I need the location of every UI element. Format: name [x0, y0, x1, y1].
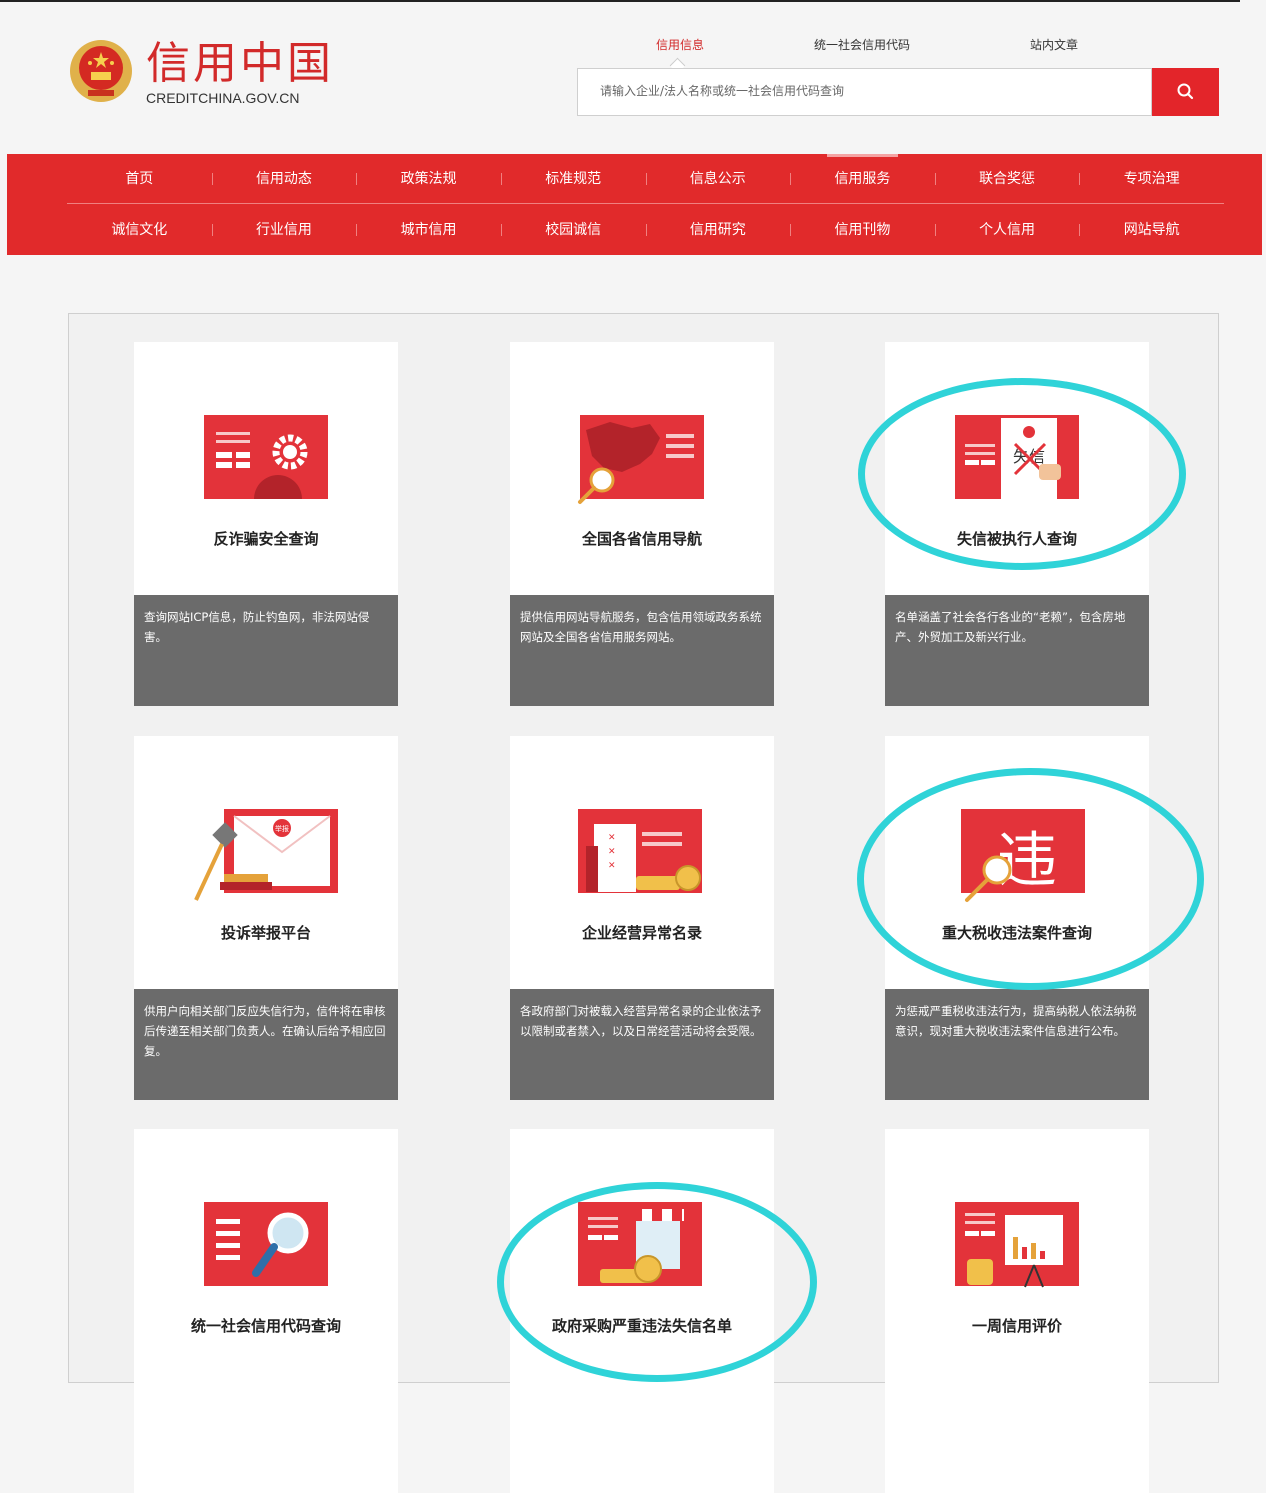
svg-text:✕: ✕ — [608, 833, 616, 843]
nav-item-personal-credit[interactable]: 个人信用 — [934, 205, 1080, 255]
nav-item-integrity-culture[interactable]: 诚信文化 — [67, 205, 212, 255]
search-input[interactable] — [598, 83, 1132, 99]
search-box — [577, 68, 1152, 116]
site-header: 信用中国 CREDITCHINA.GOV.CN 信用信息 统一社会信用代码 站内… — [0, 2, 1266, 154]
nav-item-standards[interactable]: 标准规范 — [500, 154, 646, 204]
nav-item-disclosure[interactable]: 信息公示 — [645, 154, 791, 204]
search-tab-site-articles[interactable]: 站内文章 — [1030, 36, 1078, 53]
card-title: 重大税收违法案件查询 — [941, 924, 1092, 942]
card-description: 各政府部门对被载入经营异常名录的企业依法予以限制或者禁入，以及日常经营活动将会受… — [510, 989, 774, 1100]
service-card-anti-fraud[interactable]: 反诈骗安全查询 查询网站ICP信息，防止钓鱼网，非法网站侵害。 — [134, 342, 398, 706]
nav-item-industry-credit[interactable]: 行业信用 — [211, 205, 357, 255]
nav-item-special-governance[interactable]: 专项治理 — [1079, 154, 1224, 204]
search-tab-credit-code[interactable]: 统一社会信用代码 — [814, 36, 910, 53]
nav-row-1: 首页 信用动态 政策法规 标准规范 信息公示 信用服务 联合奖惩 专项治理 — [67, 154, 1224, 204]
nav-item-home[interactable]: 首页 — [67, 154, 212, 204]
service-card-complaint-platform[interactable]: 举报 投诉举报平台 供用户向相关部门反应失信行为，信件将在审核后传递至相关部门负… — [134, 736, 398, 1100]
store-coins-icon — [578, 1202, 702, 1286]
services-panel: 反诈骗安全查询 查询网站ICP信息，防止钓鱼网，非法网站侵害。 全国各省信用导航… — [68, 313, 1219, 1493]
service-card-province-navigation[interactable]: 全国各省信用导航 提供信用网站导航服务，包含信用领域政务系统网站及全国各省信用服… — [510, 342, 774, 706]
nav-row-2: 诚信文化 行业信用 城市信用 校园诚信 信用研究 信用刊物 个人信用 网站导航 — [67, 205, 1224, 255]
icon-text: 举报 — [275, 824, 289, 833]
envelope-gavel-icon: 举报 — [194, 809, 338, 901]
nav-divider — [67, 203, 1224, 204]
card-title: 一周信用评价 — [971, 1317, 1062, 1335]
main-navigation: 首页 信用动态 政策法规 标准规范 信息公示 信用服务 联合奖惩 专项治理 诚信… — [7, 154, 1262, 255]
card-description: 查询网站ICP信息，防止钓鱼网，非法网站侵害。 — [134, 595, 398, 706]
card-description: 名单涵盖了社会各行各业的“老赖”，包含房地产、外贸加工及新兴行业。 — [885, 595, 1149, 706]
dishonest-document-icon: 失信 — [955, 415, 1079, 500]
national-emblem-icon — [70, 40, 132, 102]
nav-item-city-credit[interactable]: 城市信用 — [356, 205, 501, 255]
map-magnifier-icon — [578, 415, 704, 504]
service-card-dishonest-debtors[interactable]: 失信 失信被执行人查询 名单涵盖了社会各行各业的“老赖”，包含房地产、外贸加工及… — [885, 342, 1149, 706]
nav-item-credit-news[interactable]: 信用动态 — [211, 154, 357, 204]
card-title: 政府采购严重违法失信名单 — [551, 1317, 732, 1335]
card-description: 供用户向相关部门反应失信行为，信件将在审核后传递至相关部门负责人。在确认后给予相… — [134, 989, 398, 1100]
svg-text:✕: ✕ — [608, 861, 616, 871]
gear-document-icon — [204, 415, 328, 499]
card-title: 失信被执行人查询 — [956, 530, 1077, 548]
site-logo[interactable]: 信用中国 CREDITCHINA.GOV.CN — [68, 38, 368, 118]
nav-item-credit-research[interactable]: 信用研究 — [645, 205, 791, 255]
nav-item-credit-services[interactable]: 信用服务 — [790, 154, 935, 204]
search-button[interactable] — [1152, 68, 1219, 116]
card-title: 反诈骗安全查询 — [213, 530, 319, 548]
list-magnifier-icon — [204, 1202, 328, 1286]
card-title: 全国各省信用导航 — [581, 530, 702, 548]
service-card-credit-code-query[interactable]: 统一社会信用代码查询 — [134, 1129, 398, 1493]
search-tabs: 信用信息 统一社会信用代码 站内文章 — [600, 36, 1120, 74]
nav-item-site-navigation[interactable]: 网站导航 — [1079, 205, 1224, 255]
logo-chinese-text: 信用中国 — [146, 38, 334, 89]
service-card-procurement-blacklist[interactable]: 政府采购严重违法失信名单 — [510, 1129, 774, 1493]
chart-board-icon — [955, 1202, 1079, 1288]
card-title: 投诉举报平台 — [220, 924, 311, 942]
card-description: 为惩戒严重税收违法行为，提高纳税人依法纳税意识，现对重大税收违法案件信息进行公布… — [885, 989, 1149, 1100]
search-tab-credit-info[interactable]: 信用信息 — [656, 36, 704, 53]
card-title: 企业经营异常名录 — [581, 924, 702, 942]
violation-magnifier-icon: 违 — [961, 809, 1085, 902]
nav-item-rewards-penalties[interactable]: 联合奖惩 — [934, 154, 1080, 204]
logo-english-text: CREDITCHINA.GOV.CN — [146, 90, 300, 106]
nav-item-credit-publications[interactable]: 信用刊物 — [790, 205, 935, 255]
svg-text:✕: ✕ — [608, 847, 616, 857]
service-card-tax-violations[interactable]: 违 重大税收违法案件查询 为惩戒严重税收违法行为，提高纳税人依法纳税意识，现对重… — [885, 736, 1149, 1100]
card-title: 统一社会信用代码查询 — [190, 1317, 341, 1335]
checklist-coins-icon: ✕ ✕ ✕ — [578, 809, 702, 893]
search-icon — [1177, 83, 1194, 100]
card-description: 提供信用网站导航服务，包含信用领域政务系统网站及全国各省信用服务网站。 — [510, 595, 774, 706]
nav-item-policies[interactable]: 政策法规 — [356, 154, 501, 204]
service-card-weekly-credit-rating[interactable]: 一周信用评价 — [885, 1129, 1149, 1493]
nav-item-campus-integrity[interactable]: 校园诚信 — [500, 205, 646, 255]
service-card-abnormal-operations[interactable]: ✕ ✕ ✕ 企业经营异常名录 各政府部门对被载入经营异常名录的企业依法予以限制或… — [510, 736, 774, 1100]
